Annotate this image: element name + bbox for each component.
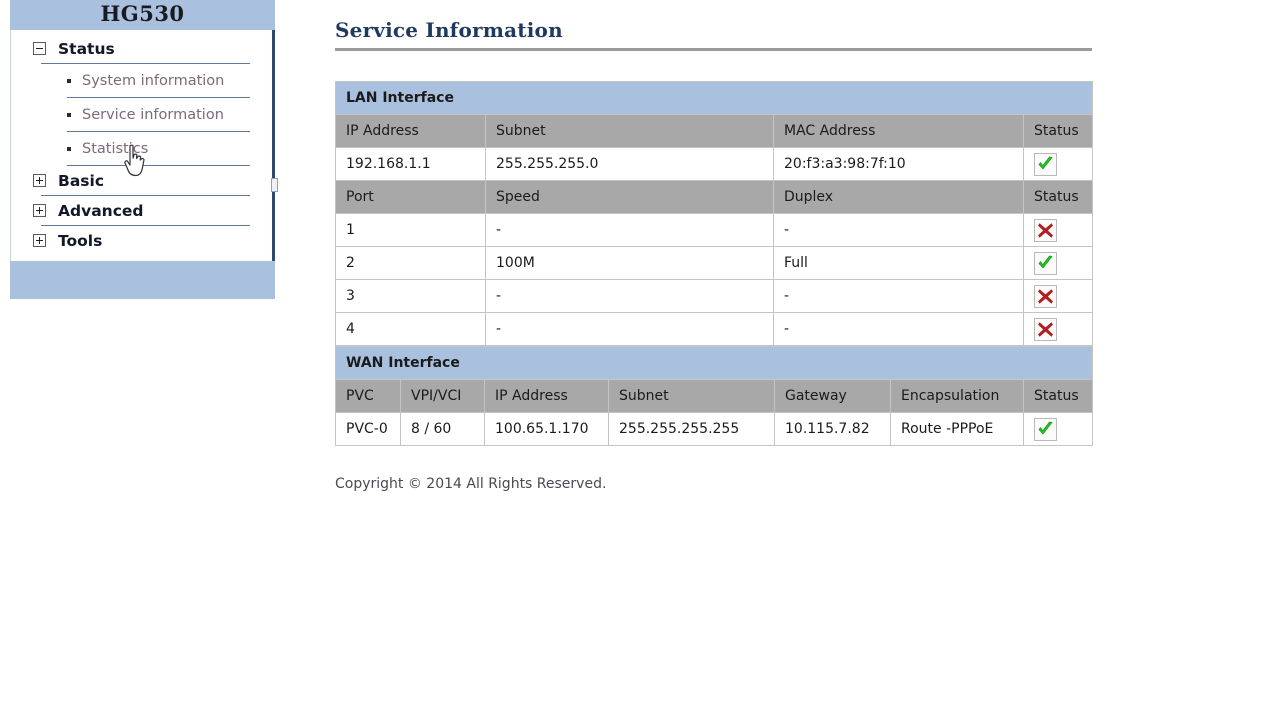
column-header: Status (1022, 180, 1094, 214)
status-ok-check-icon (1034, 152, 1057, 176)
port-number: 1 (335, 213, 486, 247)
column-header: Port (335, 180, 486, 214)
port-speed: 100M (485, 246, 774, 280)
column-header: Status (1022, 114, 1094, 148)
sidebar-item-tools[interactable]: Tools (23, 226, 260, 255)
menu-group-advanced: Advanced (11, 196, 272, 226)
port-duplex: - (773, 312, 1024, 346)
table-row: 4 - - (335, 312, 1094, 346)
title-divider (335, 48, 1092, 51)
port-duplex: - (773, 213, 1024, 247)
lan-mac-address: 20:f3:a3:98:7f:10 (773, 147, 1024, 181)
status-fail-cross-icon (1034, 284, 1057, 308)
lan-status (1022, 147, 1094, 181)
lan-ip-address: 192.168.1.1 (335, 147, 486, 181)
port-status (1022, 279, 1094, 313)
wan-vpi-vci: 8 / 60 (400, 412, 485, 446)
sidebar-item-service-information[interactable]: Service information (23, 98, 260, 131)
wan-ip-address: 100.65.1.170 (484, 412, 609, 446)
lan-section-row: LAN Interface (334, 81, 1094, 115)
sidebar-item-label: Statistics (82, 140, 149, 157)
column-header: Subnet (608, 379, 775, 413)
table-row: PVC-0 8 / 60 100.65.1.170 255.255.255.25… (335, 412, 1094, 446)
status-ok-check-icon (1034, 251, 1057, 275)
section-header-lan: LAN Interface (334, 81, 1094, 115)
wan-pvc: PVC-0 (335, 412, 401, 446)
column-header: VPI/VCI (400, 379, 485, 413)
sidebar-item-label: Status (58, 39, 115, 58)
plus-box-icon[interactable] (33, 174, 46, 187)
sidebar-footer-block (10, 261, 275, 299)
menu-group-tools: Tools (11, 226, 272, 255)
bullet-icon (67, 112, 71, 117)
column-header: PVC (335, 379, 401, 413)
sidebar-item-label: Advanced (58, 201, 144, 220)
sidebar-resize-handle[interactable] (271, 178, 278, 192)
lan-subnet: 255.255.255.0 (485, 147, 774, 181)
main-content: Service Information LAN Interface IP Add… (334, 0, 1095, 492)
sidebar-item-label: Service information (82, 106, 224, 123)
minus-box-icon[interactable] (33, 42, 46, 55)
menu-group-basic: Basic (11, 166, 272, 196)
sidebar-item-label: Tools (58, 231, 103, 250)
port-status (1022, 312, 1094, 346)
wan-gateway: 10.115.7.82 (774, 412, 891, 446)
port-duplex: - (773, 279, 1024, 313)
wan-subnet: 255.255.255.255 (608, 412, 775, 446)
column-header: Status (1022, 379, 1094, 413)
bullet-icon (67, 146, 71, 151)
lan-header-row: IP Address Subnet MAC Address Status (335, 114, 1094, 148)
sidebar: HG530 Status System information Service … (10, 0, 278, 299)
sidebar-item-label: Basic (58, 171, 105, 190)
status-fail-cross-icon (1034, 218, 1057, 242)
menu-group-status: Status System information Service inform… (11, 34, 272, 166)
wan-interface-table: WAN Interface PVC VPI/VCI IP Address Sub… (334, 346, 1094, 446)
sidebar-item-statistics[interactable]: Statistics (23, 132, 260, 165)
port-status (1022, 213, 1094, 247)
sidebar-item-system-information[interactable]: System information (23, 64, 260, 97)
port-speed: - (485, 312, 774, 346)
brand-title: HG530 (100, 1, 185, 26)
page-title: Service Information (335, 18, 563, 42)
lan-interface-table: LAN Interface IP Address Subnet MAC Addr… (334, 81, 1094, 346)
column-header: Gateway (774, 379, 891, 413)
port-speed: - (485, 213, 774, 247)
sidebar-item-advanced[interactable]: Advanced (23, 196, 260, 225)
plus-box-icon[interactable] (33, 204, 46, 217)
status-fail-cross-icon (1034, 317, 1057, 341)
wan-encapsulation: Route -PPPoE (890, 412, 1024, 446)
sidebar-item-basic[interactable]: Basic (23, 166, 260, 195)
wan-header-row: PVC VPI/VCI IP Address Subnet Gateway En… (335, 379, 1094, 413)
navigation-menu: Status System information Service inform… (10, 30, 278, 261)
bullet-icon (67, 78, 71, 83)
column-header: Speed (485, 180, 774, 214)
port-number: 3 (335, 279, 486, 313)
column-header: Duplex (773, 180, 1024, 214)
section-header-wan: WAN Interface (334, 346, 1094, 380)
port-number: 4 (335, 312, 486, 346)
table-row: 192.168.1.1 255.255.255.0 20:f3:a3:98:7f… (335, 147, 1094, 181)
column-header: Subnet (485, 114, 774, 148)
table-row: 3 - - (335, 279, 1094, 313)
table-row: 2 100M Full (335, 246, 1094, 280)
port-duplex: Full (773, 246, 1024, 280)
column-header: IP Address (484, 379, 609, 413)
wan-section-row: WAN Interface (334, 346, 1094, 380)
plus-box-icon[interactable] (33, 234, 46, 247)
port-speed: - (485, 279, 774, 313)
column-header: MAC Address (773, 114, 1024, 148)
column-header: IP Address (335, 114, 486, 148)
port-number: 2 (335, 246, 486, 280)
table-row: 1 - - (335, 213, 1094, 247)
port-header-row: Port Speed Duplex Status (335, 180, 1094, 214)
sidebar-item-status[interactable]: Status (23, 34, 260, 63)
port-status (1022, 246, 1094, 280)
column-header: Encapsulation (890, 379, 1024, 413)
status-ok-check-icon (1034, 417, 1057, 441)
copyright-footer: Copyright © 2014 All Rights Reserved. (335, 476, 607, 492)
wan-status (1022, 412, 1094, 446)
sidebar-item-label: System information (82, 72, 225, 89)
